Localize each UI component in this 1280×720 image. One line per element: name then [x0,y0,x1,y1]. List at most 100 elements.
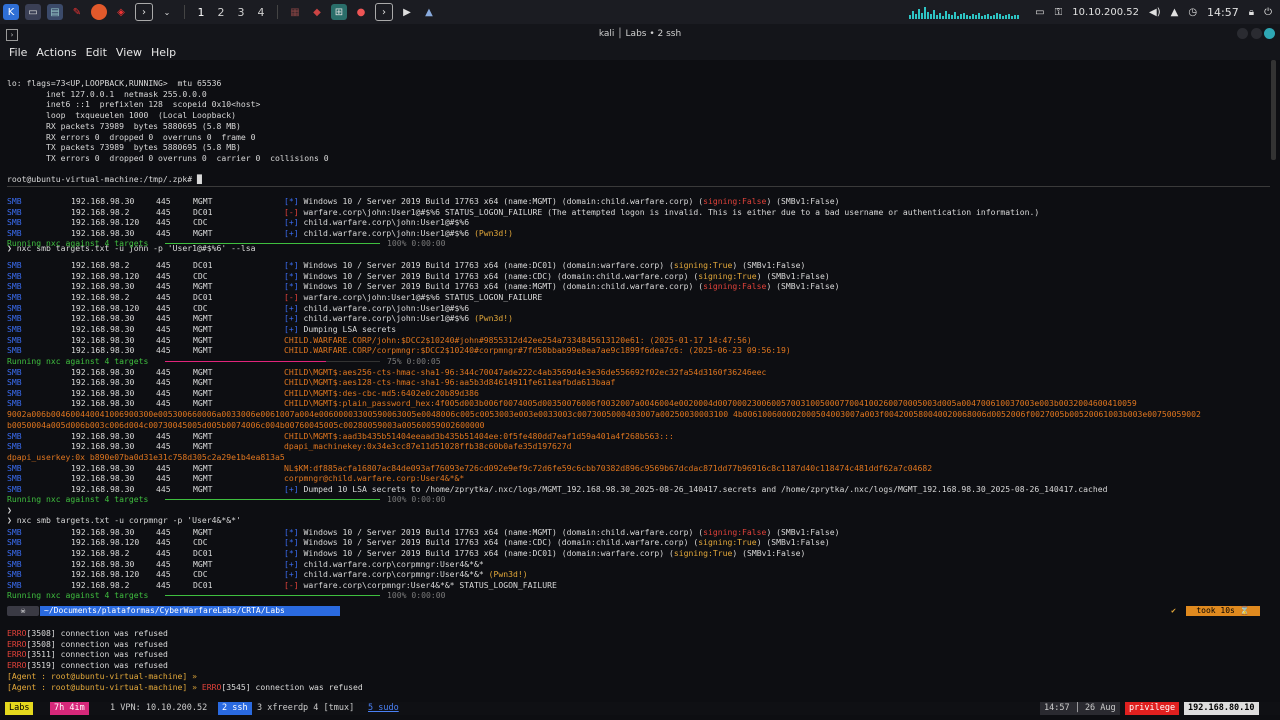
volume-icon[interactable]: ◀) [1149,7,1161,18]
cpu-bar [984,15,987,19]
maximize-button[interactable] [1251,28,1262,39]
chevron-down-icon[interactable]: ⌄ [159,4,175,20]
brave-icon[interactable]: ◈ [113,4,129,20]
target-ip: 192.168.98.120 [71,569,140,579]
target-port: 445 [156,398,171,408]
kali-menu-icon[interactable]: K [3,4,19,20]
status-sign: [*] [284,260,304,270]
workspace-3[interactable]: 3 [231,6,251,19]
target-host: MGMT [193,473,213,483]
vpn-icon[interactable]: ⚿ [1055,7,1063,18]
workspace-1[interactable]: 1 [191,6,211,19]
status-sign: [-] [284,207,304,217]
ligolo-log-line: ERRO[3511] connection was refused [7,649,168,659]
power-icon[interactable]: ⏻ [1264,7,1272,18]
tmux-window-3[interactable]: 3 xfreerdp 4 [tmux] [253,702,358,715]
status-sign: [+] [284,303,304,313]
message: CHILD\MGMT$:aes128-cts-hmac-sha1-96:aa5b… [284,377,616,387]
smb-output-line: SMB 192.168.98.30 445 MGMT CHILD\MGMT$:des-c… [7,388,1267,399]
protocol-label: SMB [7,345,22,355]
smb-output-line: SMB 192.168.98.30 445 MGMT corpmngr@child.wa… [7,473,1267,484]
status-sign: [+] [284,324,304,334]
target-ip: 192.168.98.30 [71,441,135,451]
target-port: 445 [156,271,171,281]
target-host: MGMT [193,324,213,334]
target-ip: 192.168.98.2 [71,260,130,270]
smb-output-line: SMB 192.168.98.30 445 MGMT CHILD\MGMT$:aes25… [7,367,1267,378]
status-sign: [+] [284,217,304,227]
tmux-session: Labs [5,702,34,715]
protocol-label: SMB [7,377,22,387]
workspace-4[interactable]: 4 [251,6,271,19]
app-window-1-icon[interactable]: ▦ [287,4,303,20]
hex-wrap-line: b0050004a005d006b003c006d004c00730045005… [7,420,485,430]
menu-help[interactable]: Help [151,46,176,59]
app-window-6-icon[interactable]: ▶ [399,4,415,20]
took-segment: took 10s ⌛ [1186,606,1260,616]
desktop-icon[interactable]: ▭ [25,4,41,20]
target-host: MGMT [193,388,213,398]
terminal-area[interactable]: lo: flags=73<UP,LOOPBACK,RUNNING> mtu 65… [0,60,1270,600]
message: [+] child.warfare.corp\corpmngr:User4&*&… [284,559,484,569]
protocol-label: SMB [7,398,22,408]
app-window-5-icon[interactable]: › [375,3,393,21]
smb-output-line: SMB 192.168.98.30 445 MGMT NL$KM:df885acfa16… [7,463,1267,474]
protocol-label: SMB [7,388,22,398]
workspace-2[interactable]: 2 [211,6,231,19]
tmux-window-1[interactable]: 1 VPN: 10.10.200.52 [106,702,211,715]
cpu-bar [948,14,951,19]
tmux-window-2[interactable]: 2 ssh [218,702,252,715]
status-sign: [+] [284,484,304,494]
tmux-privilege: privilege [1125,702,1180,715]
protocol-label: SMB [7,580,22,590]
cpu-bar [963,13,966,19]
app-window-7-icon[interactable]: ▲ [421,4,437,20]
ifconfig-line: RX errors 0 dropped 0 overruns 0 frame 0 [7,131,256,142]
progress-line: Running nxc against 4 targets 100% 0:00:0… [7,238,507,249]
app-window-4-icon[interactable]: ● [353,4,369,20]
tmux-window-5[interactable]: 5 sudo [364,702,403,715]
menu-edit[interactable]: Edit [86,46,107,59]
target-host: DC01 [193,292,213,302]
app-window-3-icon[interactable]: ⊞ [331,4,347,20]
target-port: 445 [156,388,171,398]
target-ip: 192.168.98.30 [71,313,135,323]
text-editor-icon[interactable]: ✎ [69,4,85,20]
progress-fill [165,243,380,244]
lock-icon[interactable]: 🔒︎ [1249,7,1254,18]
menu-actions[interactable]: Actions [36,46,76,59]
target-port: 445 [156,292,171,302]
protocol-label: SMB [7,335,22,345]
menu-view[interactable]: View [116,46,142,59]
cpu-bar [918,9,921,19]
target-host: MGMT [193,559,213,569]
target-port: 445 [156,324,171,334]
protocol-label: SMB [7,207,22,217]
tmux-uptime: 7h 4im [50,702,89,715]
path-segment: ~/Documents/plataformas/CyberWarfareLabs… [40,606,340,616]
agent-prompt: [Agent : root@ubuntu-virtual-machine] » [7,671,198,681]
progress-fill [165,595,380,596]
target-ip: 192.168.98.30 [71,559,135,569]
terminal-icon[interactable]: › [135,3,153,21]
app-window-2-icon[interactable]: ◆ [309,4,325,20]
minimize-button[interactable] [1237,28,1248,39]
progress-percent: 100% 0:00:00 [387,590,446,600]
target-host: MGMT [193,313,213,323]
cursor: █ [197,174,202,184]
message: [*] Windows 10 / Server 2019 Build 17763… [284,196,840,206]
file-manager-icon[interactable]: ▤ [47,4,63,20]
notification-bell-icon[interactable]: ▲ [1171,7,1179,18]
ligolo-pane[interactable]: ERRO[3508] connection was refused ERRO[35… [0,618,1280,698]
firefox-icon[interactable] [91,4,107,20]
target-ip: 192.168.98.30 [71,196,135,206]
protocol-label: SMB [7,463,22,473]
protocol-label: SMB [7,569,22,579]
screen-icon[interactable]: ▭ [1035,7,1044,18]
target-ip: 192.168.98.30 [71,345,135,355]
target-host: DC01 [193,207,213,217]
terminal-scrollbar[interactable] [1271,60,1276,160]
close-button[interactable] [1264,28,1275,39]
menu-file[interactable]: File [9,46,27,59]
ligolo-log-line: ERRO[3508] connection was refused [7,638,168,649]
